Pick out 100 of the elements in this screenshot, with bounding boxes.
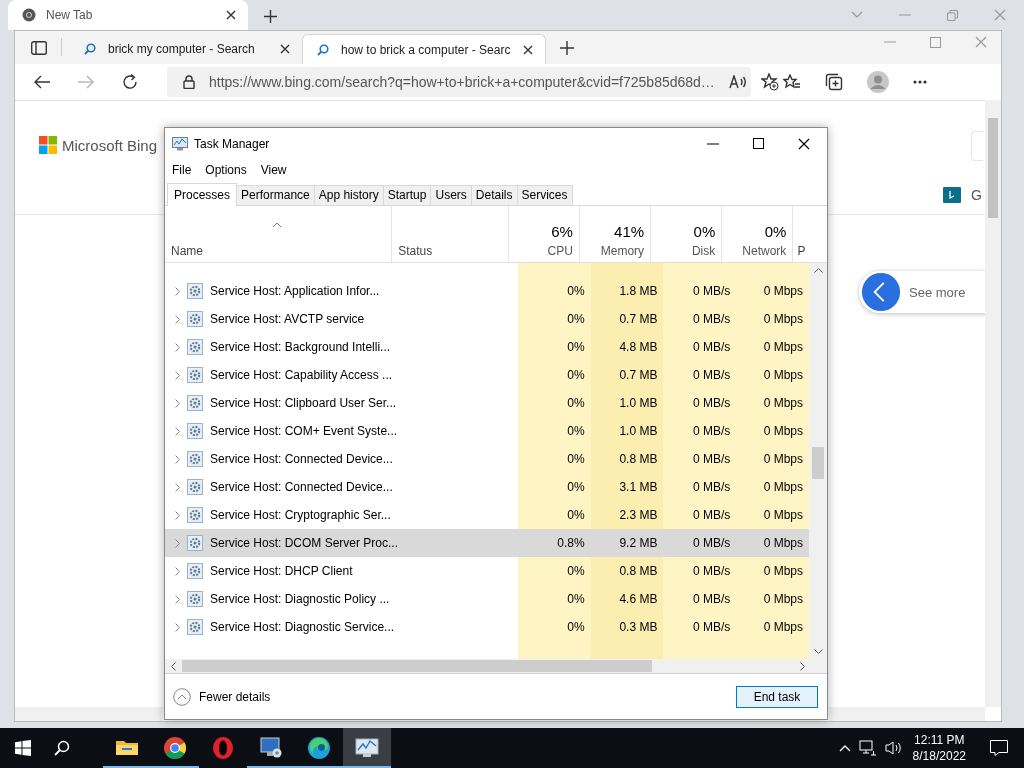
chevron-right-icon[interactable] [174,510,180,520]
back-arrow-icon[interactable] [33,75,51,89]
process-row[interactable]: Service Host: Clipboard User Ser... 0% 1.0 MB 0 MB/s 0 Mbps [165,389,810,417]
refresh-icon[interactable] [121,73,139,91]
clock-date[interactable]: 8/18/2022 [912,748,966,764]
scrollbar[interactable] [15,707,163,721]
scroll-up-icon[interactable] [813,268,823,273]
chevron-right-icon[interactable] [174,398,180,408]
avatar-icon[interactable] [867,71,889,93]
process-name: Service Host: Background Intelli... [210,340,391,354]
chevron-right-icon[interactable] [174,482,180,492]
browser-tab[interactable]: brick my computer - Search [70,34,302,64]
browser-tab[interactable]: how to brick a computer - Searc [302,34,546,64]
table-cell: 0.8% [517,529,591,557]
close-icon[interactable] [280,44,290,54]
scrollbar[interactable] [809,263,827,659]
column-header[interactable]: P [793,206,809,262]
process-row[interactable]: Service Host: Diagnostic Policy ... 0% 4.6 MB 0 MB/s 0 Mbps [165,585,810,613]
chevron-right-icon[interactable] [174,454,180,464]
collections-icon[interactable] [825,73,843,91]
process-name: Service Host: Application Infor... [210,284,380,298]
close-icon[interactable] [226,10,236,20]
process-row[interactable]: Service Host: Connected Device... 0% 3.1 MB 0 MB/s 0 Mbps [165,473,810,501]
volume-icon[interactable] [884,740,903,756]
windows-start-icon[interactable] [15,740,31,756]
maximize-icon[interactable] [753,138,764,149]
minimize-icon[interactable] [707,142,719,145]
process-row[interactable]: Service Host: Connected Device... 0% 0.8 MB 0 MB/s 0 Mbps [165,445,810,473]
column-header[interactable]: 6% CPU [508,206,580,262]
table-cell: 0 Mbps [736,417,809,445]
column-header[interactable]: Name [165,206,393,262]
tab[interactable]: Startup [382,185,432,205]
process-row[interactable]: Service Host: Background Intelli... 0% 4.8 MB 0 MB/s 0 Mbps [165,333,810,361]
table-cell: 0 Mbps [736,305,809,333]
scroll-left-icon[interactable] [171,661,176,671]
tab[interactable]: Performance [236,185,315,205]
chevron-right-icon[interactable] [174,622,180,632]
process-row[interactable]: Service Host: DCOM Server Proc... 0.8% 9.2 MB 0 MB/s 0 Mbps [165,529,810,557]
table-cell: 0 Mbps [736,557,809,585]
chevron-up-icon[interactable] [838,744,851,752]
scroll-down-icon[interactable] [813,649,823,654]
browser-tab[interactable]: New Tab [8,0,248,30]
tab[interactable]: Details [470,185,518,205]
tab[interactable]: Processes [167,183,238,206]
column-header[interactable]: Status [392,206,509,262]
end-task-button[interactable]: End task [736,685,818,708]
column-header[interactable]: 0% Disk [651,206,723,262]
new-tab-icon[interactable] [264,10,277,23]
column-header[interactable]: 0% Network [722,206,794,262]
gear-icon [187,451,203,467]
chevron-right-icon[interactable] [174,426,180,436]
menu-item[interactable]: Options [205,163,247,177]
process-row[interactable]: Service Host: Application Infor... 0% 1.8 MB 0 MB/s 0 Mbps [165,277,810,305]
logo-text: Microsoft Bing [62,136,158,154]
close-icon[interactable] [523,44,533,55]
gear-icon [187,339,203,355]
scrollbar[interactable] [829,707,985,721]
tab[interactable]: App history [313,185,384,205]
table-cell: 0 MB/s [663,557,737,585]
process-row[interactable]: Service Host: DHCP Client 0% 0.8 MB 0 MB/s 0 Mbps [165,557,810,585]
scroll-right-icon[interactable] [800,661,805,671]
more-icon[interactable] [913,80,927,84]
chevron-right-icon[interactable] [174,342,180,352]
scrollbar[interactable] [985,100,1001,707]
search-icon[interactable] [54,740,70,756]
notification-icon[interactable] [990,740,1008,756]
process-row[interactable]: Service Host: Diagnostic Service... 0% 0.3 MB 0 MB/s 0 Mbps [165,613,810,641]
table-cell: 0 Mbps [736,501,809,529]
tab[interactable]: Services [516,185,573,205]
fewer-details-link[interactable]: Fewer details [173,687,271,706]
clock-time[interactable]: 12:11 PM [914,732,965,748]
scroll-thumb[interactable] [812,447,824,479]
chevron-right-icon[interactable] [174,566,180,576]
process-row[interactable]: Service Host: Cryptographic Ser... 0% 2.3 MB 0 MB/s 0 Mbps [165,501,810,529]
see-more-button[interactable]: See more [859,271,987,313]
taskbar-button[interactable] [343,728,391,768]
tab-actions-icon[interactable] [31,41,47,55]
favorite-add-icon[interactable] [760,73,779,91]
process-row[interactable]: Service Host: AVCTP service 0% 0.7 MB 0 MB/s 0 Mbps [165,305,810,333]
new-tab-icon[interactable] [560,41,574,55]
scrollbar[interactable] [165,659,827,674]
tab[interactable]: Users [430,185,472,205]
lock-icon [183,75,195,89]
chevron-right-icon[interactable] [174,594,180,604]
read-aloud-icon[interactable] [728,75,747,89]
menu-item[interactable]: View [260,163,287,177]
favorites-icon[interactable] [783,74,801,90]
chevron-right-icon[interactable] [174,370,180,380]
menu-item[interactable]: File [172,163,192,177]
process-row[interactable]: Service Host: Capability Access ... 0% 0.7 MB 0 MB/s 0 Mbps [165,361,810,389]
table-cell: 0% [517,389,591,417]
network-icon[interactable] [858,740,877,756]
close-icon[interactable] [798,137,810,150]
process-row[interactable]: Service Host: COM+ Event Syste... 0% 1.0 MB 0 MB/s 0 Mbps [165,417,810,445]
table-cell: 0.8 MB [590,557,664,585]
table-cell: 0% [517,557,591,585]
column-header[interactable]: 41% Memory [579,206,652,262]
chevron-right-icon[interactable] [174,286,180,296]
link-text[interactable]: G [971,187,982,203]
chevron-right-icon[interactable] [174,314,180,324]
